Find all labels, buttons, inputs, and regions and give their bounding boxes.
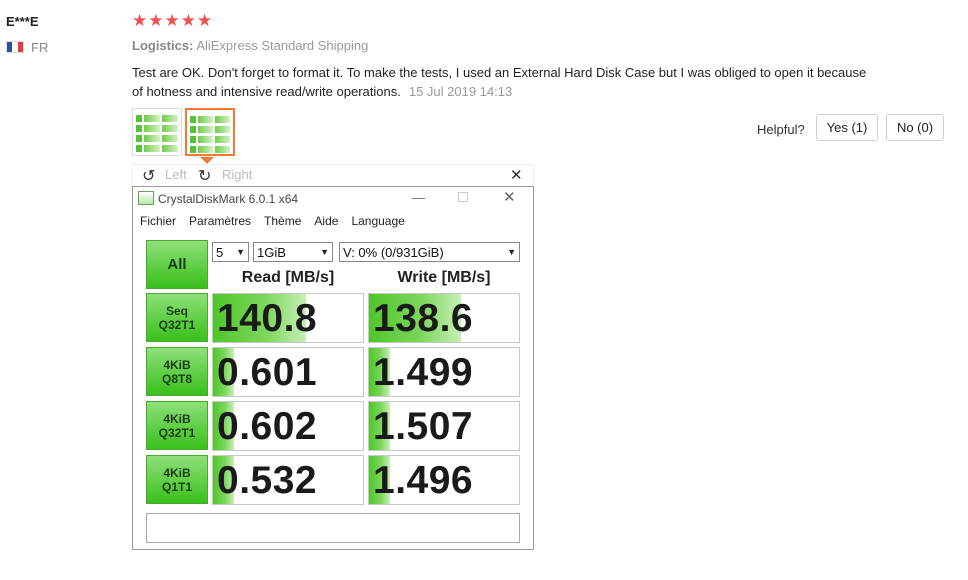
reviewer-name: E***E (6, 14, 39, 29)
read-result: 140.8 (212, 293, 364, 343)
crystaldiskmark-app-icon (138, 191, 154, 205)
write-result: 1.507 (368, 401, 520, 451)
test-label-line2: Q32T1 (158, 425, 196, 440)
review-date: 15 Jul 2019 14:13 (408, 84, 513, 99)
helpful-no-button[interactable]: No (0) (886, 114, 944, 141)
helpful-yes-button[interactable]: Yes (1) (816, 114, 878, 141)
logistics-label: Logistics: (132, 38, 194, 53)
write-result: 138.6 (368, 293, 520, 343)
menu-item-theme: Thème (264, 214, 302, 228)
read-result: 0.601 (212, 347, 364, 397)
star-rating: ★★★★★ (132, 11, 214, 30)
review-image-thumbnail-2[interactable] (185, 108, 235, 156)
test-button-4kib-q8t8: 4KiB Q8T8 (146, 347, 208, 396)
logistics-value: AliExpress Standard Shipping (196, 38, 369, 53)
write-result-value: 1.507 (373, 405, 474, 448)
test-button-seq-q32t1: Seq Q32T1 (146, 293, 208, 342)
test-size-value: 1GiB (257, 244, 286, 260)
image-viewer-toolbar (132, 164, 534, 186)
rotate-left-label[interactable]: Left (165, 167, 187, 182)
test-label-line2: Q1T1 (161, 479, 192, 494)
logistics-info: Logistics: AliExpress Standard Shipping (132, 38, 368, 53)
rotate-left-icon[interactable]: ↺ (142, 166, 155, 186)
write-result-value: 1.499 (373, 351, 474, 394)
helpful-label: Helpful? (757, 122, 805, 137)
write-result-value: 138.6 (373, 297, 474, 340)
read-result-value: 0.532 (217, 459, 318, 502)
comment-field (146, 513, 520, 543)
drive-value: V: 0% (0/931GiB) (343, 244, 444, 260)
menu-bar: Fichier Paramètres Thème Aide Language (140, 214, 405, 228)
test-button-4kib-q32t1: 4KiB Q32T1 (146, 401, 208, 450)
write-result: 1.499 (368, 347, 520, 397)
menu-item-parametres: Paramètres (189, 214, 252, 228)
chevron-down-icon: ▼ (507, 247, 516, 257)
chevron-down-icon: ▼ (236, 247, 245, 257)
drive-select: V: 0% (0/931GiB) ▼ (339, 242, 520, 262)
test-count-value: 5 (216, 244, 224, 260)
menu-item-language: Language (351, 214, 405, 228)
read-column-header: Read [MB/s] (241, 269, 335, 286)
selected-thumbnail-caret-icon (200, 157, 214, 164)
all-button: All (146, 240, 208, 289)
test-label-line1: Seq (165, 303, 188, 318)
window-close-icon: ✕ (503, 189, 516, 206)
rotate-right-label[interactable]: Right (222, 167, 252, 182)
test-label-line2: Q32T1 (158, 317, 196, 332)
france-flag-icon (6, 41, 24, 53)
review-text: Test are OK. Don't forget to format it. … (132, 63, 867, 101)
test-button-4kib-q1t1: 4KiB Q1T1 (146, 455, 208, 504)
test-count-select: 5 ▼ (212, 242, 249, 262)
maximize-icon (458, 192, 468, 202)
viewer-close-icon[interactable]: ✕ (510, 166, 523, 184)
menu-item-aide: Aide (314, 214, 339, 228)
read-result-value: 140.8 (217, 297, 318, 340)
read-result-value: 0.601 (217, 351, 318, 394)
write-result: 1.496 (368, 455, 520, 505)
read-result-value: 0.602 (217, 405, 318, 448)
window-title: CrystalDiskMark 6.0.1 x64 (158, 192, 299, 206)
review-image-thumbnail-1[interactable] (132, 108, 182, 156)
test-label-line2: Q8T8 (161, 371, 192, 386)
test-label-line1: 4KiB (163, 411, 191, 426)
test-size-select: 1GiB ▼ (253, 242, 333, 262)
minimize-icon: — (412, 190, 425, 205)
reviewer-country: FR (31, 40, 49, 55)
menu-item-fichier: Fichier (140, 214, 177, 228)
write-column-header: Write [MB/s] (397, 269, 491, 286)
test-label-line1: 4KiB (163, 357, 191, 372)
rotate-right-icon[interactable]: ↻ (198, 166, 211, 186)
chevron-down-icon: ▼ (320, 247, 329, 257)
read-result: 0.532 (212, 455, 364, 505)
test-label-line1: 4KiB (163, 465, 191, 480)
write-result-value: 1.496 (373, 459, 474, 502)
read-result: 0.602 (212, 401, 364, 451)
